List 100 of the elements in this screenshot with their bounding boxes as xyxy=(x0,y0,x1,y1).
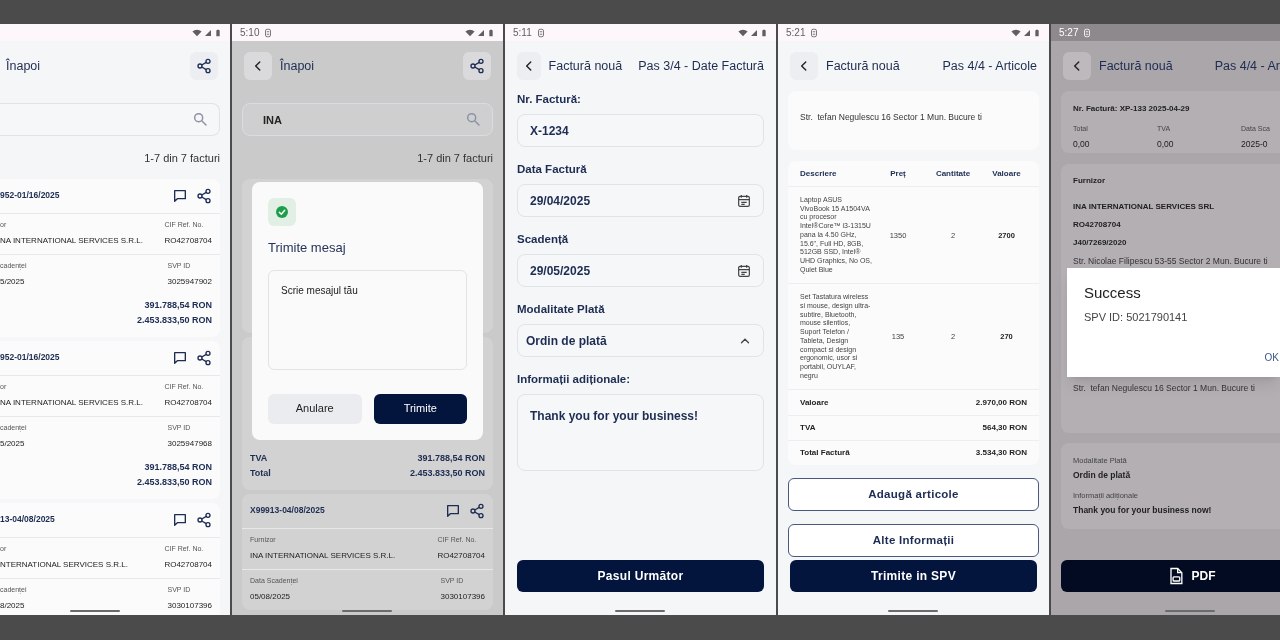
field-value: NA INTERNATIONAL SERVICES S.R.L. xyxy=(0,234,143,247)
field-value: 5/2025 xyxy=(0,437,25,450)
share-button[interactable] xyxy=(463,52,491,80)
field-label: Data Factură xyxy=(517,162,588,176)
stat-value: 0,00 xyxy=(1073,137,1091,151)
field-value: RO42708704 xyxy=(164,396,212,409)
comment-icon xyxy=(172,511,188,528)
comment-icon xyxy=(172,187,188,204)
total-label: Total xyxy=(250,467,271,481)
field-label: Nr. Factură: xyxy=(517,92,582,106)
date-field[interactable]: 29/05/2025 xyxy=(517,254,764,287)
header-title: Factură nouă xyxy=(548,57,623,75)
share-button[interactable] xyxy=(190,52,218,80)
address-text: Str. tefan Negulescu 16 Sector 1 Mun. Bucure ti xyxy=(800,112,982,122)
total-value: 2.453.833,50 RON xyxy=(409,467,485,481)
total-value: 2.453.833,50 RON xyxy=(136,314,212,328)
home-indicator xyxy=(1165,610,1215,612)
signal-icon xyxy=(1023,28,1031,37)
search-icon xyxy=(192,111,208,127)
back-button[interactable] xyxy=(1063,52,1091,80)
primary-button[interactable]: Trimite in SPV xyxy=(790,560,1037,592)
field-value: 5/2025 xyxy=(0,275,25,288)
status-time: 5:11 xyxy=(513,26,532,40)
step-label: Pas 3/4 - Date Factură xyxy=(638,57,764,75)
invoice-number: Nr. Factură: XP-133 2025-04-29 xyxy=(1073,103,1191,115)
field-value: 3030107396 xyxy=(440,590,485,603)
header-title: Factură nouă xyxy=(1099,57,1173,75)
date-field[interactable]: 29/04/2025 xyxy=(517,184,764,217)
dialog-button[interactable]: Anulare xyxy=(268,393,362,424)
ok-button[interactable]: OK xyxy=(1264,345,1280,369)
column-header: Valoare xyxy=(991,167,1022,180)
battery-icon xyxy=(1033,27,1041,38)
field-value: RO42708704 xyxy=(164,234,212,247)
address-text: Str. Nicolae Filipescu 53-55 Sector 2 Mun. Bucure ti xyxy=(1073,256,1268,266)
signal-icon xyxy=(477,28,485,37)
field-value: 3030107396 xyxy=(167,599,212,612)
invoice-number: 952-01/16/2025 xyxy=(0,189,60,202)
detail-value: Ordin de plată xyxy=(1073,469,1132,482)
search-field[interactable] xyxy=(0,103,220,136)
text-field[interactable]: X-1234 xyxy=(517,114,764,147)
stat-value: 2025-0 xyxy=(1241,137,1269,151)
calendar-icon xyxy=(736,262,752,279)
dialog-title: Trimite mesaj xyxy=(268,239,347,257)
total-label: TVA xyxy=(250,452,268,466)
message-field[interactable]: Scrie mesajul tău xyxy=(268,269,467,370)
field-value: 05/08/2025 xyxy=(250,590,291,603)
pdf-button[interactable]: PDF xyxy=(1061,560,1280,592)
total-value: 391.788,54 RON xyxy=(417,452,485,466)
dialog-button[interactable]: Trimite xyxy=(373,393,467,424)
home-indicator xyxy=(888,610,938,612)
outline-button[interactable]: Alte Informații xyxy=(788,524,1039,558)
field-value: INA INTERNATIONAL SERVICES S.R.L. xyxy=(250,549,396,562)
invoice-number: X99913-04/08/2025 xyxy=(250,504,325,517)
header-title: Factură nouă xyxy=(826,57,900,75)
primary-button[interactable]: Pasul Următor xyxy=(517,560,764,592)
status-time: 5:21 xyxy=(786,26,806,40)
address-text: Str. tefan Negulescu 16 Sector 1 Mun. Bucure ti xyxy=(1073,383,1256,393)
field-value: RO42708704 xyxy=(164,558,212,571)
header-title: Înapoi xyxy=(280,57,315,75)
field-label: Informații adiționale: xyxy=(517,372,632,386)
dropdown[interactable]: Ordin de plată xyxy=(517,324,764,357)
search-field[interactable]: INA xyxy=(242,103,493,136)
result-count: 1-7 din 7 facturi xyxy=(416,151,494,166)
result-count: 1-7 din 7 facturi xyxy=(143,151,221,166)
text-area[interactable]: Thank you for your business! xyxy=(517,394,764,471)
stat-value: 0,00 xyxy=(1157,137,1175,151)
invoice-number: 952-01/16/2025 xyxy=(0,351,60,364)
share-icon xyxy=(196,187,212,204)
comment-icon xyxy=(172,349,188,366)
share-icon xyxy=(196,58,212,74)
party-detail: RO42708704 xyxy=(1073,220,1122,230)
share-icon xyxy=(196,349,212,366)
back-button[interactable] xyxy=(244,52,272,80)
field-value: RO42708704 xyxy=(437,549,485,562)
total-value: 2.970,00 RON xyxy=(975,396,1027,409)
dialog-message: SPV ID: 5021790141 xyxy=(1084,309,1189,325)
party-detail: INA INTERNATIONAL SERVICES SRL xyxy=(1073,202,1216,212)
battery-icon xyxy=(760,27,768,38)
sim-icon xyxy=(809,27,820,38)
signal-icon xyxy=(204,28,212,37)
sim-icon xyxy=(1082,27,1093,38)
home-indicator xyxy=(342,610,392,612)
field-label: Scadență xyxy=(517,232,570,246)
share-icon xyxy=(469,502,485,519)
column-header: Descriere xyxy=(800,167,838,180)
back-button[interactable] xyxy=(790,52,818,80)
total-value: 391.788,54 RON xyxy=(144,299,212,313)
wifi-icon xyxy=(1011,27,1021,38)
total-value: 2.453.833,50 RON xyxy=(136,476,212,490)
field-value: NTERNATIONAL SERVICES S.R.L. xyxy=(0,558,128,571)
field-value: 3025947902 xyxy=(167,275,212,288)
field-value: NA INTERNATIONAL SERVICES S.R.L. xyxy=(0,396,143,409)
back-button[interactable] xyxy=(517,52,541,80)
outline-button[interactable]: Adaugă articole xyxy=(788,478,1039,512)
total-label: TVA xyxy=(800,422,816,435)
battery-icon xyxy=(214,27,222,38)
total-label: Total Factură xyxy=(800,447,850,460)
invoice-number: 13-04/08/2025 xyxy=(0,513,55,526)
wifi-icon xyxy=(465,27,475,38)
share-icon xyxy=(196,511,212,528)
